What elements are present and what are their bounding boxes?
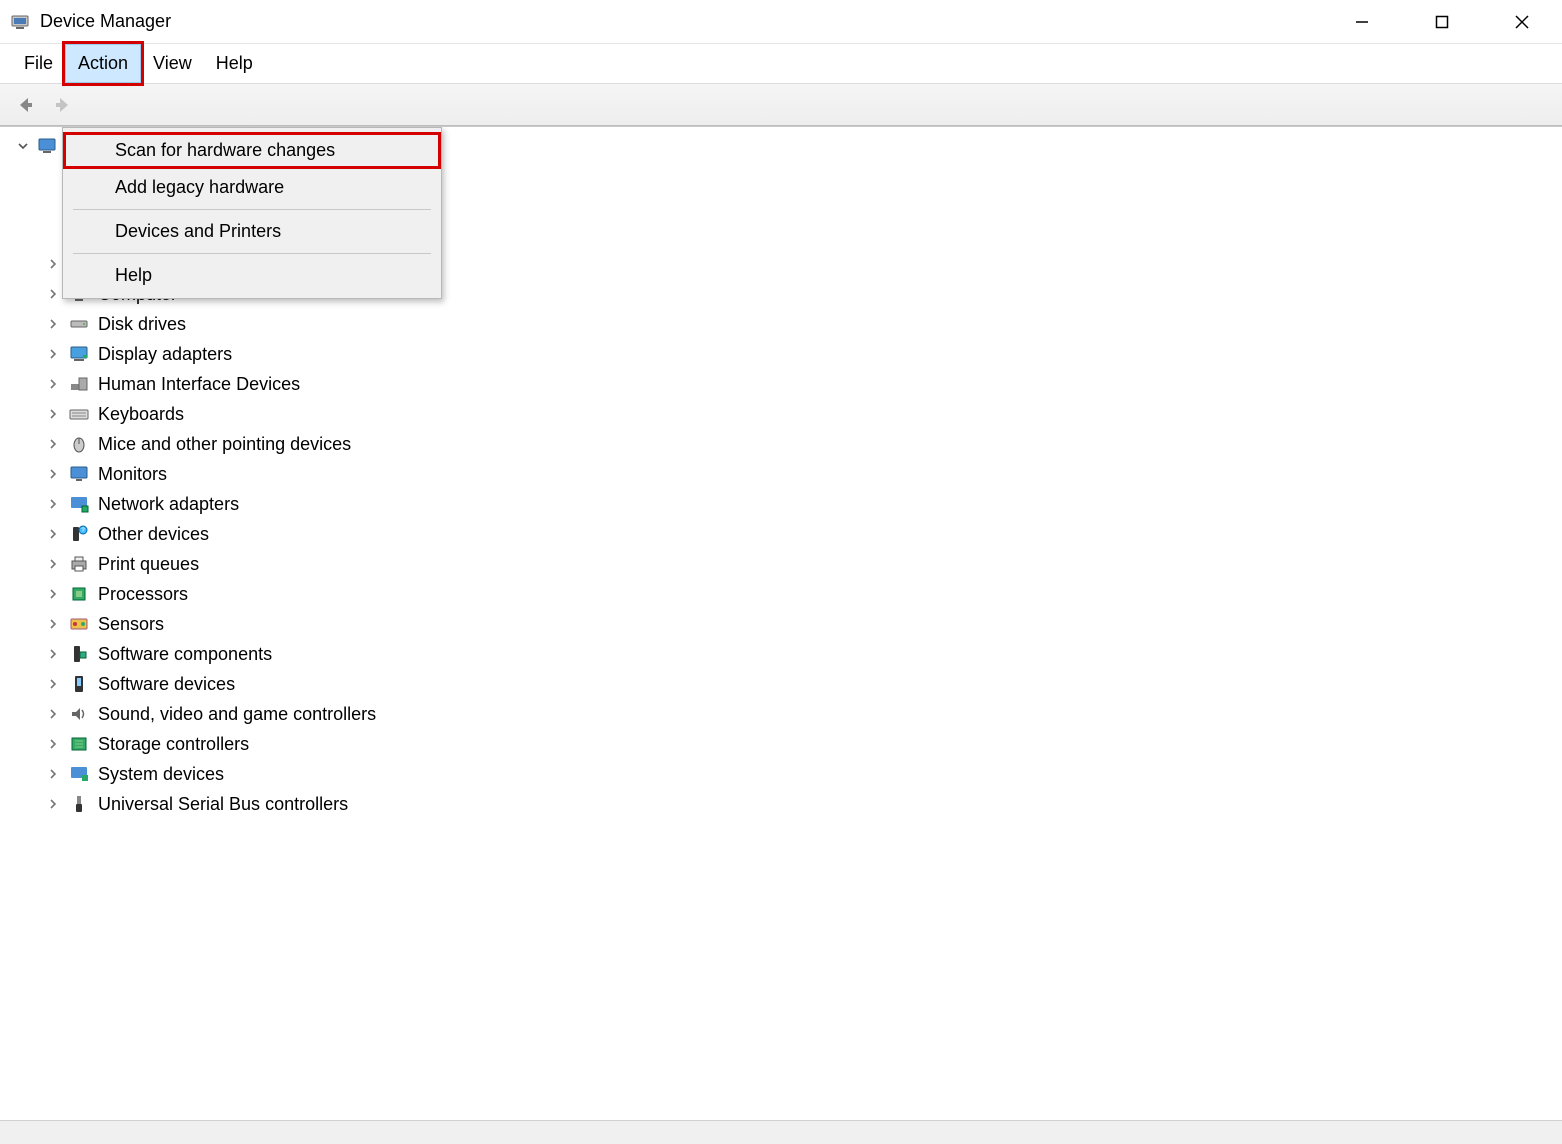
network-icon	[68, 493, 90, 515]
software-component-icon	[68, 643, 90, 665]
tree-item-label: Mice and other pointing devices	[98, 434, 351, 455]
printer-icon	[68, 553, 90, 575]
tree-item-label: Human Interface Devices	[98, 374, 300, 395]
menu-separator	[73, 253, 431, 254]
menu-scan-hardware[interactable]: Scan for hardware changes	[63, 132, 441, 169]
storage-controller-icon	[68, 733, 90, 755]
tree-item-label: Processors	[98, 584, 188, 605]
chevron-right-icon[interactable]	[46, 527, 60, 541]
chevron-right-icon[interactable]	[46, 317, 60, 331]
chevron-right-icon[interactable]	[46, 647, 60, 661]
chevron-right-icon[interactable]	[46, 557, 60, 571]
tree-item-label: Storage controllers	[98, 734, 249, 755]
chevron-right-icon[interactable]	[46, 287, 60, 301]
tree-item[interactable]: Print queues	[0, 549, 1562, 579]
maximize-button[interactable]	[1422, 6, 1462, 38]
minimize-button[interactable]	[1342, 6, 1382, 38]
system-device-icon	[68, 763, 90, 785]
chevron-right-icon[interactable]	[46, 257, 60, 271]
tree-item[interactable]: Keyboards	[0, 399, 1562, 429]
titlebar: Device Manager	[0, 0, 1562, 44]
tree-item[interactable]: Storage controllers	[0, 729, 1562, 759]
chevron-right-icon[interactable]	[46, 587, 60, 601]
tree-item[interactable]: Processors	[0, 579, 1562, 609]
chevron-right-icon[interactable]	[46, 377, 60, 391]
tree-item-label: Monitors	[98, 464, 167, 485]
tree-item[interactable]: Mice and other pointing devices	[0, 429, 1562, 459]
tree-item[interactable]: Sensors	[0, 609, 1562, 639]
menubar: File Action View Help	[0, 44, 1562, 84]
tree-item-label: Display adapters	[98, 344, 232, 365]
hid-icon	[68, 373, 90, 395]
tree-item[interactable]: Software components	[0, 639, 1562, 669]
other-device-icon: ?	[68, 523, 90, 545]
tree-item-label: Universal Serial Bus controllers	[98, 794, 348, 815]
tree-item[interactable]: Human Interface Devices	[0, 369, 1562, 399]
tree-item-label: Other devices	[98, 524, 209, 545]
chevron-right-icon[interactable]	[46, 497, 60, 511]
tree-item[interactable]: Sound, video and game controllers	[0, 699, 1562, 729]
menu-view[interactable]: View	[141, 44, 204, 83]
chevron-right-icon[interactable]	[46, 407, 60, 421]
tree-item[interactable]: Display adapters	[0, 339, 1562, 369]
monitor-icon	[68, 463, 90, 485]
tree-item[interactable]: ? Other devices	[0, 519, 1562, 549]
tree-item[interactable]: Universal Serial Bus controllers	[0, 789, 1562, 819]
display-adapter-icon	[68, 343, 90, 365]
chevron-right-icon[interactable]	[46, 617, 60, 631]
tree-item[interactable]: Monitors	[0, 459, 1562, 489]
window-controls	[1342, 6, 1554, 38]
tree-item-label: Software devices	[98, 674, 235, 695]
cpu-icon	[68, 583, 90, 605]
disk-icon	[68, 313, 90, 335]
menu-help[interactable]: Help	[204, 44, 265, 83]
chevron-right-icon[interactable]	[46, 467, 60, 481]
software-device-icon	[68, 673, 90, 695]
chevron-right-icon[interactable]	[46, 737, 60, 751]
forward-button[interactable]	[48, 90, 78, 120]
chevron-right-icon[interactable]	[46, 437, 60, 451]
usb-icon	[68, 793, 90, 815]
window-title: Device Manager	[40, 11, 171, 32]
close-button[interactable]	[1502, 6, 1542, 38]
computer-icon	[36, 135, 58, 157]
tree-item[interactable]: Network adapters	[0, 489, 1562, 519]
menu-help-item[interactable]: Help	[63, 257, 441, 294]
chevron-right-icon[interactable]	[46, 767, 60, 781]
tree-item-label: Sound, video and game controllers	[98, 704, 376, 725]
mouse-icon	[68, 433, 90, 455]
tree-item[interactable]: Disk drives	[0, 309, 1562, 339]
menu-action[interactable]: Action	[65, 44, 141, 83]
back-button[interactable]	[10, 90, 40, 120]
tree-item-label: Software components	[98, 644, 272, 665]
tree-item-label: Keyboards	[98, 404, 184, 425]
keyboard-icon	[68, 403, 90, 425]
toolbar	[0, 84, 1562, 126]
chevron-right-icon[interactable]	[46, 797, 60, 811]
menu-separator	[73, 209, 431, 210]
tree-item[interactable]: System devices	[0, 759, 1562, 789]
menu-file[interactable]: File	[12, 44, 65, 83]
tree-item-label: Disk drives	[98, 314, 186, 335]
tree-item-label: Sensors	[98, 614, 164, 635]
chevron-right-icon[interactable]	[46, 347, 60, 361]
sound-icon	[68, 703, 90, 725]
device-tree-panel: Scan for hardware changes Add legacy har…	[0, 126, 1562, 1144]
menu-devices-printers[interactable]: Devices and Printers	[63, 213, 441, 250]
tree-item[interactable]: Software devices	[0, 669, 1562, 699]
chevron-down-icon[interactable]	[16, 139, 30, 153]
device-manager-icon	[8, 10, 32, 34]
menu-add-legacy[interactable]: Add legacy hardware	[63, 169, 441, 206]
tree-item-label: System devices	[98, 764, 224, 785]
action-dropdown: Scan for hardware changes Add legacy har…	[62, 127, 442, 299]
tree-item-label: Print queues	[98, 554, 199, 575]
statusbar	[0, 1120, 1562, 1144]
sensor-icon	[68, 613, 90, 635]
chevron-right-icon[interactable]	[46, 707, 60, 721]
chevron-right-icon[interactable]	[46, 677, 60, 691]
tree-item-label: Network adapters	[98, 494, 239, 515]
